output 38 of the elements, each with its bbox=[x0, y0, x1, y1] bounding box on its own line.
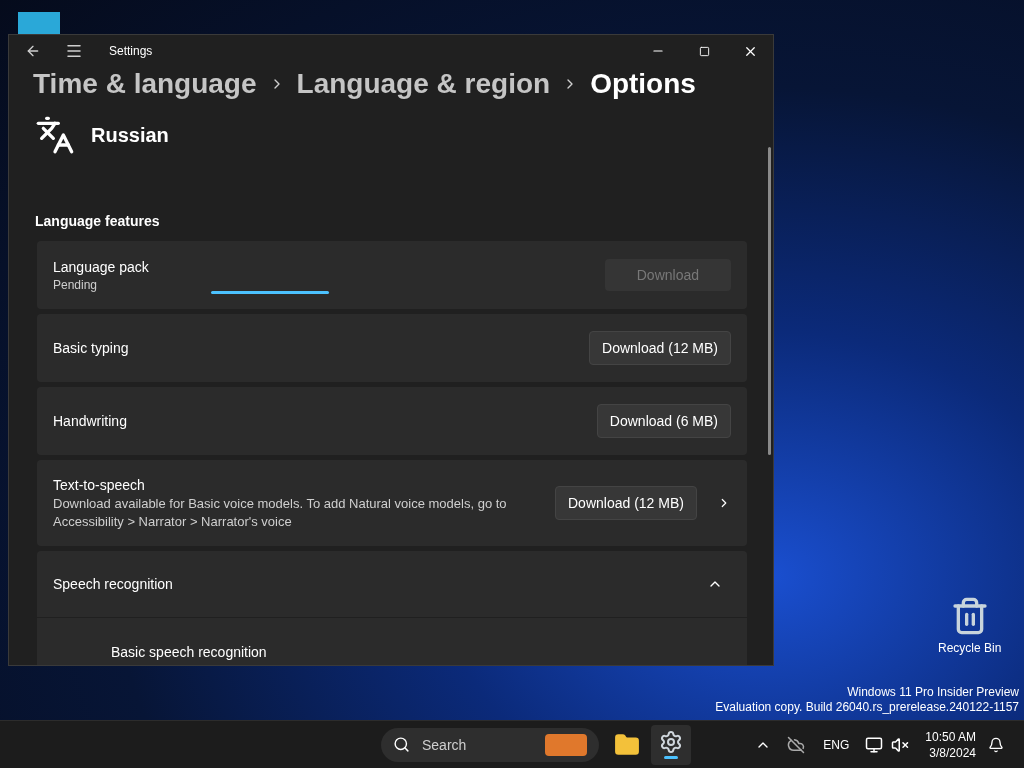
feature-title: Text-to-speech bbox=[53, 476, 146, 495]
bell-icon[interactable] bbox=[988, 736, 1004, 753]
scrollbar[interactable] bbox=[768, 147, 771, 455]
feature-title: Speech recognition bbox=[53, 575, 174, 594]
download-button[interactable]: Download (12 MB) bbox=[589, 331, 731, 365]
download-button[interactable]: Download (12 MB) bbox=[555, 486, 697, 520]
muted-speaker-icon[interactable] bbox=[891, 735, 910, 754]
watermark-text: Windows 11 Pro Insider Preview bbox=[847, 685, 1019, 700]
section-heading: Language features bbox=[35, 212, 161, 231]
feature-title: Basic typing bbox=[53, 339, 130, 358]
feature-card[interactable]: Text-to-speech Download available for Basic voice models. To add Natural voice models, go to Accessibility > Narrator > Narrator's voice Download (12 MB) bbox=[37, 460, 747, 546]
language-icon bbox=[35, 115, 75, 155]
expander-header[interactable]: Speech recognition bbox=[37, 551, 747, 617]
settings-app-button[interactable] bbox=[651, 724, 691, 765]
search-icon bbox=[393, 736, 410, 753]
maximize-icon bbox=[698, 45, 710, 57]
language-name: Russian bbox=[91, 123, 169, 148]
clock[interactable]: 10:50 AM 3/8/2024 bbox=[925, 728, 976, 761]
breadcrumb-item[interactable]: Language & region bbox=[296, 63, 551, 105]
back-icon[interactable] bbox=[25, 43, 41, 59]
watermark-text: Evaluation copy. Build 26040.rs_prerelease.240122-1157 bbox=[715, 700, 1019, 715]
gear-icon bbox=[659, 730, 683, 754]
download-button[interactable]: Download (6 MB) bbox=[596, 404, 731, 438]
folder-icon bbox=[614, 731, 640, 758]
monitor-icon[interactable] bbox=[865, 735, 884, 754]
breadcrumb-item[interactable]: Time & language bbox=[33, 63, 257, 105]
desktop-icon-label[interactable]: Recycle Bin bbox=[938, 640, 1002, 656]
feature-description: Download available for Basic voice models. To add Natural voice models, go to Accessibility > Narrator > Narrator's voice bbox=[53, 495, 508, 531]
search-field[interactable]: Search bbox=[381, 727, 599, 762]
window-title: Settings bbox=[109, 43, 153, 59]
breadcrumb-item: Options bbox=[590, 67, 696, 101]
feature-title: Handwriting bbox=[53, 412, 128, 431]
feature-status: Pending bbox=[53, 277, 99, 293]
cloud-off-icon[interactable] bbox=[787, 735, 806, 754]
menu-icon[interactable] bbox=[65, 42, 83, 60]
language-indicator[interactable]: ENG bbox=[823, 736, 850, 753]
feature-option: Basic speech recognition bbox=[111, 644, 267, 660]
feature-title: Language pack bbox=[53, 258, 150, 277]
